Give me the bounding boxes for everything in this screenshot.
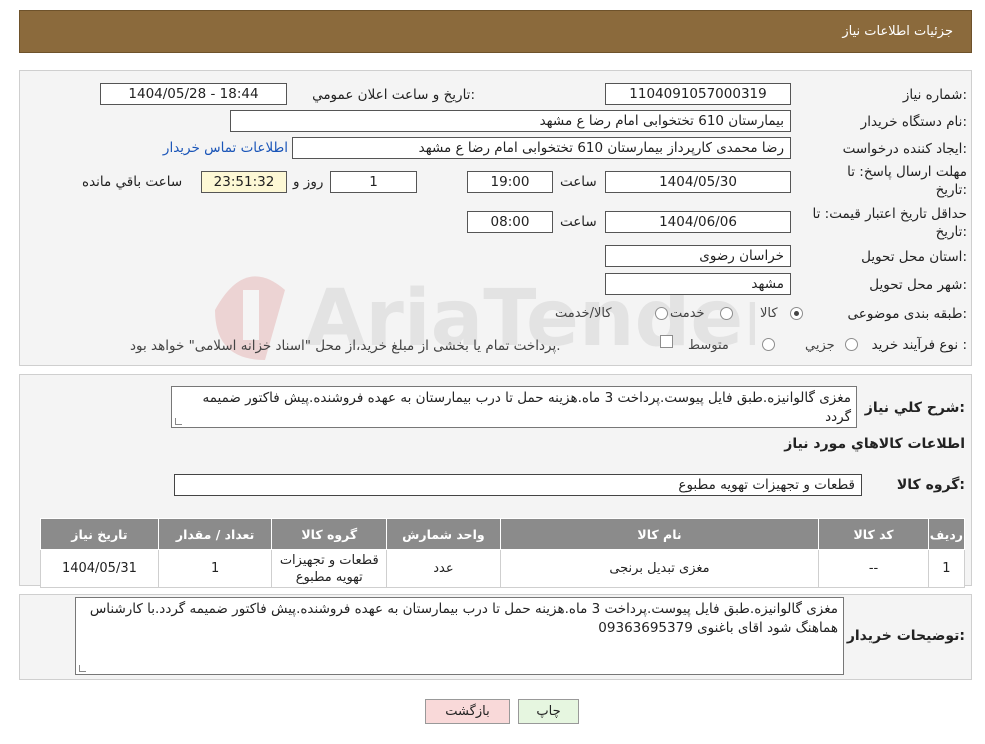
- remaining-time-field: 23:51:32: [201, 171, 287, 193]
- page-title: جزئیات اطلاعات نیاز: [842, 24, 953, 39]
- goods-section-title: اطلاعات کالاهاي مورد نياز: [784, 436, 965, 452]
- category-label: طبقه بندی موضوعی:: [847, 306, 967, 322]
- col-group: گروه کالا: [271, 518, 388, 550]
- province-label: استان محل تحويل:: [861, 249, 967, 265]
- col-unit: واحد شمارش: [386, 518, 501, 550]
- buyer-org-label: نام دستگاه خريدار:: [860, 114, 967, 130]
- process-option-medium: متوسط: [688, 338, 729, 353]
- validity-date-field: 1404/06/06: [605, 211, 791, 233]
- buyer-org-field: بیمارستان 610 تختخوابی امام رضا ع مشهد: [230, 110, 791, 132]
- buyer-contact-link[interactable]: اطلاعات تماس خريدار: [163, 140, 288, 156]
- cell-date: 1404/05/31: [40, 549, 159, 588]
- treasury-checkbox[interactable]: [660, 335, 673, 348]
- process-option-minor: جزيي: [805, 338, 835, 353]
- remaining-time-label: ساعت باقي مانده: [82, 174, 183, 190]
- validity-label: حداقل تاريخ اعتبار قيمت: تا: [812, 206, 967, 222]
- need-number-field: 1104091057000319: [605, 83, 791, 105]
- table-row: 1 -- مغزی تبدیل برنجی عدد قطعات و تجهیزا…: [40, 549, 966, 588]
- requester-field: رضا محمدی کارپرداز بیمارستان 610 تختخواب…: [292, 137, 791, 159]
- cell-code: --: [818, 549, 929, 588]
- category-radio-goods[interactable]: [790, 307, 803, 320]
- col-date: تاريخ نياز: [40, 518, 159, 550]
- validity-time-field: 08:00: [467, 211, 553, 233]
- category-radio-both[interactable]: [655, 307, 668, 320]
- process-label: نوع فرآيند خريد :: [871, 337, 967, 353]
- cell-group: قطعات و تجهیزات تهویه مطبوع: [271, 549, 388, 588]
- resize-grip-icon[interactable]: [175, 418, 182, 425]
- reply-time-label: ساعت: [560, 174, 597, 190]
- description-value: مغزی گالوانیزه.طبق فایل پیوست.پرداخت 3 م…: [202, 390, 851, 425]
- cell-unit: عدد: [386, 549, 501, 588]
- treasury-note: پرداخت تمام يا بخشی از مبلغ خريد،از محل …: [130, 338, 561, 354]
- cell-row: 1: [927, 549, 966, 588]
- goods-group-field: قطعات و تجهیزات تهویه مطبوع: [174, 474, 862, 496]
- back-button[interactable]: بازگشت: [425, 699, 510, 724]
- items-table-header: رديف کد کالا نام کالا واحد شمارش گروه کا…: [40, 518, 966, 550]
- city-field: مشهد: [605, 273, 791, 295]
- reply-date-field: 1404/05/30: [605, 171, 791, 193]
- buyer-notes-label: توضيحات خريدار:: [846, 628, 965, 644]
- province-field: خراسان رضوی: [605, 245, 791, 267]
- category-option-service: خدمت: [670, 306, 705, 321]
- description-label: شرح کلي نياز:: [864, 400, 965, 416]
- print-button[interactable]: چاپ: [518, 699, 579, 724]
- category-option-both: کالا/خدمت: [555, 306, 612, 321]
- buyer-notes-value: مغزی گالوانیزه.طبق فایل پیوست.پرداخت 3 م…: [89, 601, 838, 636]
- cell-qty: 1: [157, 549, 273, 588]
- validity-time-label: ساعت: [560, 214, 597, 230]
- cell-name: مغزی تبدیل برنجی: [499, 549, 820, 588]
- process-radio-medium[interactable]: [762, 338, 775, 351]
- requester-label: ايجاد کننده درخواست:: [842, 141, 967, 157]
- items-table: رديف کد کالا نام کالا واحد شمارش گروه کا…: [40, 518, 966, 588]
- page-header: جزئیات اطلاعات نیاز: [19, 10, 972, 53]
- category-radio-service[interactable]: [720, 307, 733, 320]
- days-label: روز و: [293, 174, 324, 190]
- resize-grip-icon[interactable]: [79, 665, 86, 672]
- col-code: کد کالا: [818, 518, 929, 550]
- reply-deadline-label: مهلت ارسال پاسخ: تا: [847, 164, 967, 180]
- reply-deadline-label-2: تاريخ:: [935, 182, 967, 198]
- city-label: شهر محل تحويل:: [869, 277, 967, 293]
- process-radio-minor[interactable]: [845, 338, 858, 351]
- col-row: رديف: [927, 518, 966, 550]
- goods-group-label: گروه کالا:: [896, 477, 965, 493]
- col-name: نام کالا: [499, 518, 820, 550]
- need-number-label: شماره نیاز:: [902, 87, 967, 103]
- validity-label-2: تاريخ:: [935, 224, 967, 240]
- col-qty: تعداد / مقدار: [157, 518, 273, 550]
- category-option-goods: کالا: [760, 306, 778, 321]
- reply-time-field: 19:00: [467, 171, 553, 193]
- announce-field: 1404/05/28 - 18:44: [100, 83, 287, 105]
- days-field: 1: [330, 171, 417, 193]
- buyer-notes-text: مغزی گالوانیزه.طبق فایل پیوست.پرداخت 3 م…: [75, 597, 844, 675]
- description-text: مغزی گالوانیزه.طبق فایل پیوست.پرداخت 3 م…: [171, 386, 857, 428]
- announce-label: تاريخ و ساعت اعلان عمومي:: [312, 87, 475, 103]
